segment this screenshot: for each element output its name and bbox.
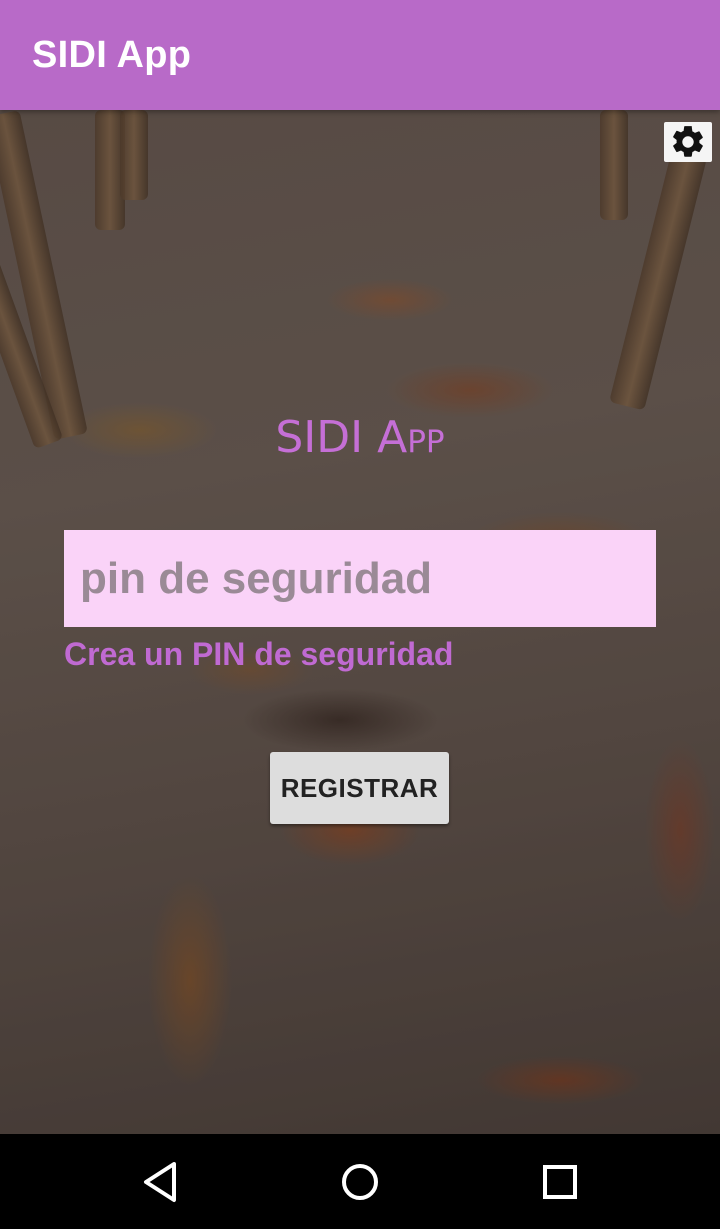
gear-icon [673, 126, 703, 157]
register-button[interactable]: REGISTRAR [270, 752, 449, 824]
app-bar-title: SIDI App [32, 34, 192, 76]
home-circle-icon [342, 1164, 378, 1200]
nav-back-button[interactable] [120, 1156, 200, 1208]
back-triangle-icon [144, 1162, 176, 1202]
nav-home-button[interactable] [320, 1156, 400, 1208]
pin-input[interactable] [64, 530, 656, 627]
app-screen: SIDI App SIDI App Crea un PIN de segurid… [0, 0, 720, 1229]
app-bar: SIDI App [0, 0, 720, 110]
system-nav-bar [0, 1134, 720, 1229]
pin-hint-label: Crea un PIN de seguridad [64, 636, 454, 672]
content-area: SIDI App Crea un PIN de seguridad REGIST… [0, 110, 720, 1134]
nav-recent-apps-button[interactable] [520, 1156, 600, 1208]
recent-apps-square-icon [543, 1165, 577, 1199]
page-title: SIDI App [275, 412, 445, 463]
settings-button[interactable] [664, 122, 712, 162]
